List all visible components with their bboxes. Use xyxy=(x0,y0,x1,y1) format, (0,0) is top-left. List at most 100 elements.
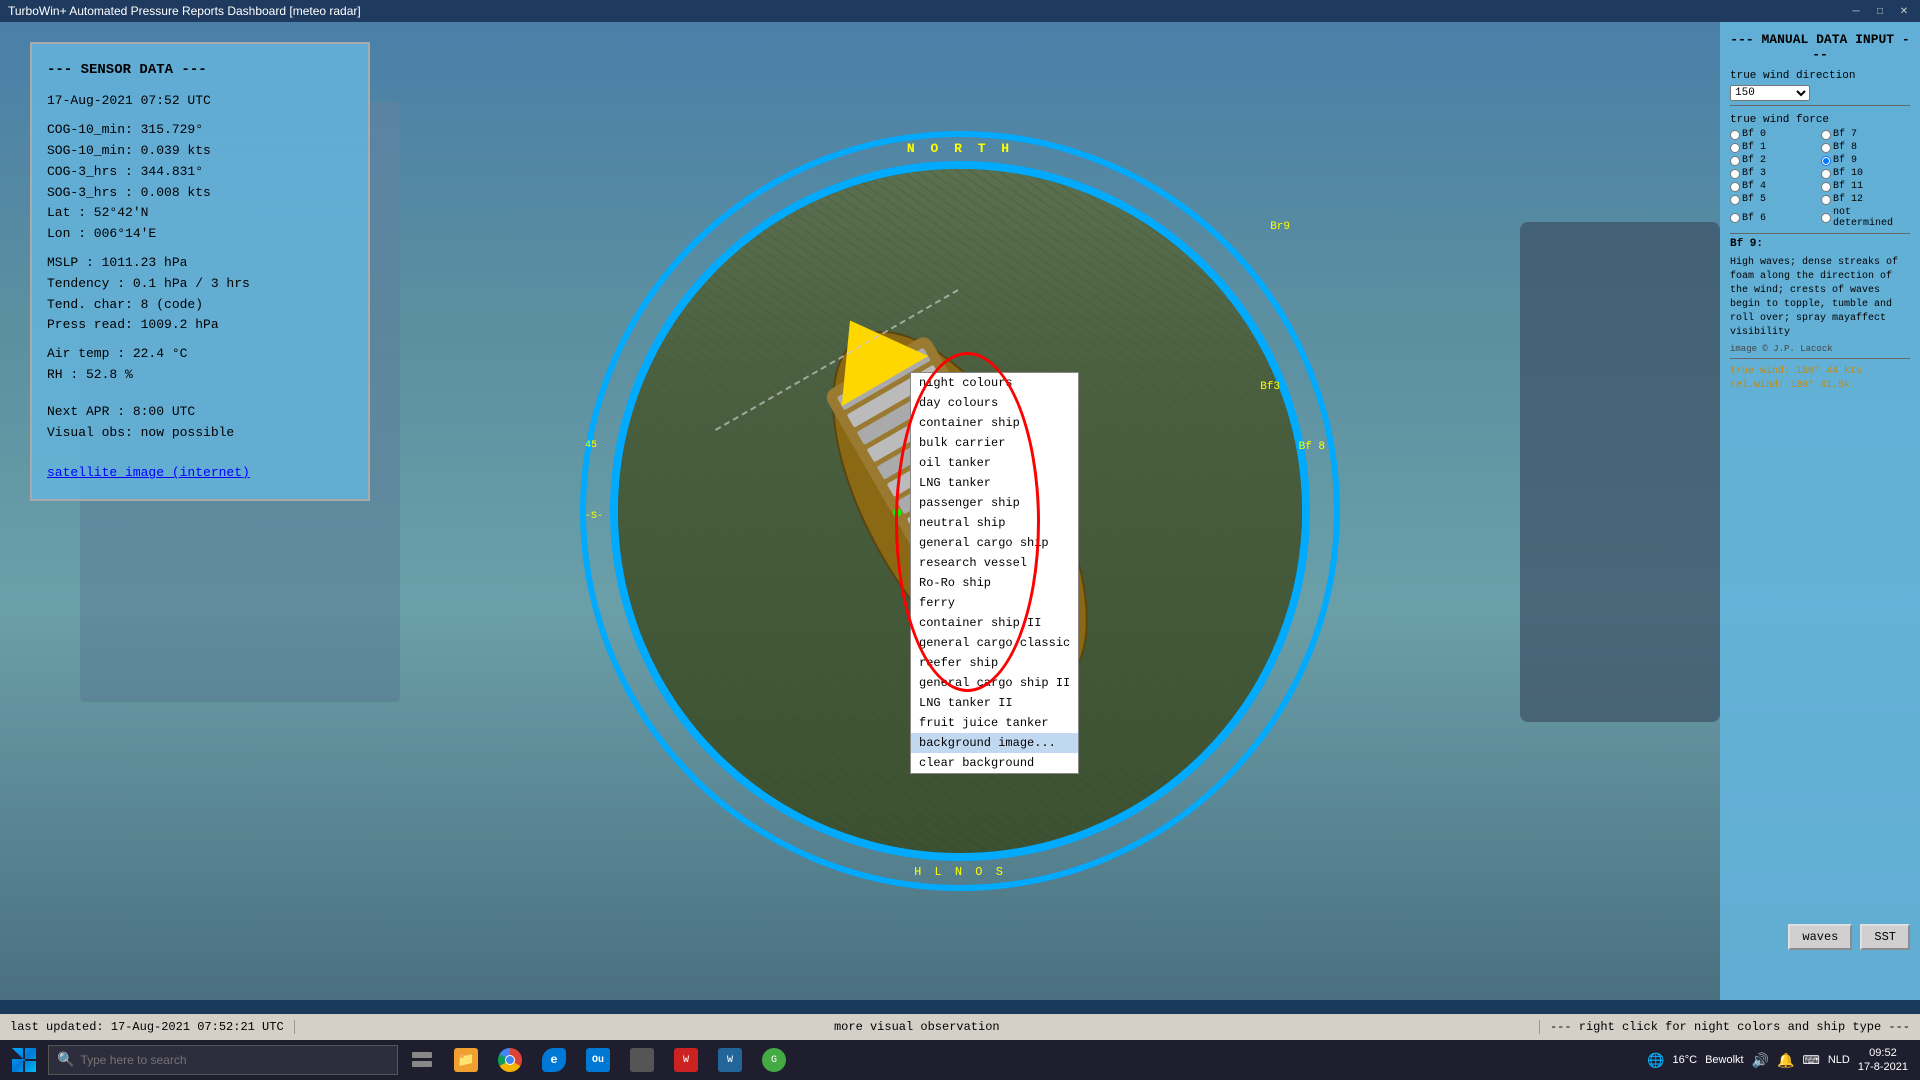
statusbar: last updated: 17-Aug-2021 07:52:21 UTC m… xyxy=(0,1014,1920,1040)
titlebar-buttons: ─ □ ✕ xyxy=(1848,3,1912,19)
bf0-option[interactable]: Bf 0 xyxy=(1730,129,1819,140)
menu-item-ro-ro-ship[interactable]: Ro-Ro ship xyxy=(911,573,1078,593)
bf9-label: Bf 9: xyxy=(1730,238,1910,250)
edge-app[interactable]: e xyxy=(534,1040,574,1080)
app6-icon: W xyxy=(674,1048,698,1072)
menu-item-general-cargo-ship[interactable]: general cargo ship xyxy=(911,533,1078,553)
taskbar: 🔍 📁 e Ou W W G 🌐 16°C Bewolkt xyxy=(0,1040,1920,1080)
search-input[interactable] xyxy=(80,1053,389,1067)
clock[interactable]: 09:52 17-8-2021 xyxy=(1858,1046,1908,1075)
titlebar: TurboWin+ Automated Pressure Reports Das… xyxy=(0,0,1920,22)
app5[interactable] xyxy=(622,1040,662,1080)
bf3-option[interactable]: Bf 3 xyxy=(1730,168,1819,179)
waves-button[interactable]: waves xyxy=(1788,924,1852,950)
menu-item-oil-tanker[interactable]: oil tanker xyxy=(911,453,1078,473)
system-tray: 🌐 16°C Bewolkt 🔊 🔔 ⌨ NLD 09:52 17-8-2021 xyxy=(1647,1046,1916,1075)
rel-wind-value: rel.wind: 180° 41.5k xyxy=(1730,379,1910,393)
weather-desc: Bewolkt xyxy=(1705,1054,1744,1066)
true-wind-display: true wind: 150° 44 kts rel.wind: 180° 41… xyxy=(1730,365,1910,393)
main-content: N O R T H H L N O S Br9 Bf 8 Bf3 45 -S- xyxy=(0,22,1920,1000)
bf9-description: High waves; dense streaks of foam along … xyxy=(1730,256,1910,340)
search-bar[interactable]: 🔍 xyxy=(48,1045,398,1075)
lat-row: Lat : 52°42'N xyxy=(47,203,353,224)
bf11-option[interactable]: Bf 11 xyxy=(1821,181,1910,192)
sensor-panel: --- SENSOR DATA --- 17-Aug-2021 07:52 UT… xyxy=(30,42,370,501)
chrome-app[interactable] xyxy=(490,1040,530,1080)
panel-divider-2 xyxy=(1730,233,1910,234)
bf4-option[interactable]: Bf 4 xyxy=(1730,181,1819,192)
menu-item-background-image[interactable]: background image... xyxy=(911,733,1078,753)
menu-item-passenger-ship[interactable]: passenger ship xyxy=(911,493,1078,513)
bf1-option[interactable]: Bf 1 xyxy=(1730,142,1819,153)
menu-item-fruit-juice-tanker[interactable]: fruit juice tanker xyxy=(911,713,1078,733)
lon-row: Lon : 006°14'E xyxy=(47,224,353,245)
menu-item-lng-tanker-ii[interactable]: LNG tanker II xyxy=(911,693,1078,713)
bf7-option[interactable]: Bf 7 xyxy=(1821,129,1910,140)
menu-item-lng-tanker[interactable]: LNG tanker xyxy=(911,473,1078,493)
outlook-icon: Ou xyxy=(586,1048,610,1072)
volume-icon[interactable]: 🔊 xyxy=(1752,1052,1769,1069)
bf12-option[interactable]: Bf 12 xyxy=(1821,194,1910,205)
air-temp-row: Air temp : 22.4 °C xyxy=(47,344,353,365)
close-button[interactable]: ✕ xyxy=(1896,3,1912,19)
menu-item-reefer-ship[interactable]: reefer ship xyxy=(911,653,1078,673)
menu-item-research-vessel[interactable]: research vessel xyxy=(911,553,1078,573)
network-icon[interactable]: 🌐 xyxy=(1647,1052,1664,1069)
menu-item-day-colours[interactable]: day colours xyxy=(911,393,1078,413)
tend-char-row: Tend. char: 8 (code) xyxy=(47,295,353,316)
maximize-button[interactable]: □ xyxy=(1872,3,1888,19)
start-button[interactable] xyxy=(4,1040,44,1080)
search-icon: 🔍 xyxy=(57,1052,74,1069)
bearing-label-bf8: Bf 8 xyxy=(1299,441,1325,453)
task-view-icon xyxy=(412,1052,432,1068)
sst-button[interactable]: SST xyxy=(1860,924,1910,950)
task-view-button[interactable] xyxy=(402,1040,442,1080)
minimize-button[interactable]: ─ xyxy=(1848,3,1864,19)
menu-item-general-cargo-classic[interactable]: general cargo classic xyxy=(911,633,1078,653)
visual-obs-row: Visual obs: now possible xyxy=(47,423,353,444)
scale-marks: 45 -S- xyxy=(585,440,603,582)
keyboard-icon[interactable]: ⌨ xyxy=(1803,1053,1820,1067)
time-display: 09:52 xyxy=(1858,1046,1908,1060)
bf5-option[interactable]: Bf 5 xyxy=(1730,194,1819,205)
tendency-row: Tendency : 0.1 hPa / 3 hrs xyxy=(47,274,353,295)
menu-item-container-ship-ii[interactable]: container ship II xyxy=(911,613,1078,633)
menu-item-clear-background[interactable]: clear background xyxy=(911,753,1078,773)
sog10-row: SOG-10_min: 0.039 kts xyxy=(47,141,353,162)
bf9-option[interactable]: Bf 9 xyxy=(1821,155,1910,166)
menu-item-night-colours[interactable]: night colours xyxy=(911,373,1078,393)
chrome-icon xyxy=(498,1048,522,1072)
date-display: 17-8-2021 xyxy=(1858,1060,1908,1074)
app8[interactable]: G xyxy=(754,1040,794,1080)
outlook-app[interactable]: Ou xyxy=(578,1040,618,1080)
status-right-hint: --- right click for night colors and shi… xyxy=(1540,1020,1920,1034)
menu-item-ferry[interactable]: ferry xyxy=(911,593,1078,613)
menu-item-general-cargo-ship-ii[interactable]: general cargo ship II xyxy=(911,673,1078,693)
context-menu[interactable]: night colours day colours container ship… xyxy=(910,372,1079,774)
bf-not-determined-option[interactable]: not determined xyxy=(1821,207,1910,229)
beaufort-radio-grid: Bf 0 Bf 7 Bf 1 Bf 8 Bf 2 Bf 9 Bf 3 Bf 1 xyxy=(1730,129,1910,229)
panel-divider-3 xyxy=(1730,358,1910,359)
menu-item-container-ship[interactable]: container ship xyxy=(911,413,1078,433)
bf6-option[interactable]: Bf 6 xyxy=(1730,207,1819,229)
app7[interactable]: W xyxy=(710,1040,750,1080)
app6[interactable]: W xyxy=(666,1040,706,1080)
language-indicator: NLD xyxy=(1828,1054,1850,1066)
satellite-link[interactable]: satellite image (internet) xyxy=(47,465,250,480)
cog3-row: COG-3_hrs : 344.831° xyxy=(47,162,353,183)
notification-icon[interactable]: 🔔 xyxy=(1777,1052,1794,1069)
menu-item-neutral-ship[interactable]: neutral ship xyxy=(911,513,1078,533)
right-panel-title: --- MANUAL DATA INPUT --- xyxy=(1730,32,1910,62)
image-credit: image © J.P. Lacock xyxy=(1730,344,1910,354)
file-explorer-app[interactable]: 📁 xyxy=(446,1040,486,1080)
file-explorer-icon: 📁 xyxy=(454,1048,478,1072)
menu-item-bulk-carrier[interactable]: bulk carrier xyxy=(911,433,1078,453)
bf10-option[interactable]: Bf 10 xyxy=(1821,168,1910,179)
rh-row: RH : 52.8 % xyxy=(47,365,353,386)
bf8-option[interactable]: Bf 8 xyxy=(1821,142,1910,153)
bf2-option[interactable]: Bf 2 xyxy=(1730,155,1819,166)
status-center[interactable]: more visual observation xyxy=(294,1020,1540,1034)
sensor-panel-title: --- SENSOR DATA --- xyxy=(47,59,353,81)
wind-direction-select[interactable]: 150 160 140 xyxy=(1730,85,1810,101)
bearing-label-bf3: Bf3 xyxy=(1260,381,1280,393)
